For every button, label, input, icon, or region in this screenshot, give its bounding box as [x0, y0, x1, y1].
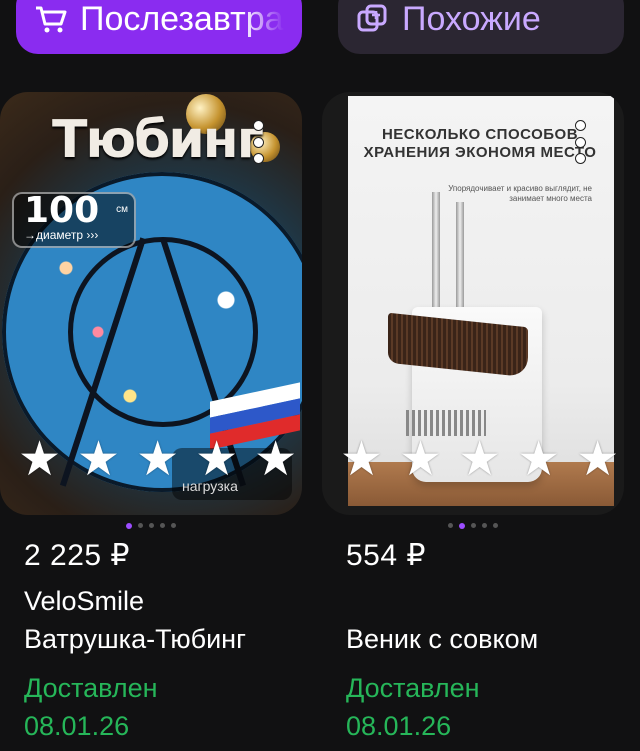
cart-icon [34, 4, 68, 34]
product-name[interactable]: Ватрушка-Тюбинг [24, 620, 246, 658]
star-icon[interactable]: ★ [136, 436, 179, 484]
diameter-label: →диаметр ››› [24, 228, 99, 242]
diameter-badge: 100 см →диаметр ››› [12, 190, 136, 248]
delivery-date: 08.01.26 [346, 711, 452, 741]
star-icon[interactable]: ★ [77, 436, 120, 484]
product-card[interactable]: Тюбинг 100 см →диаметр ››› нагрузка ★ ★ … [0, 92, 302, 741]
star-icon[interactable]: ★ [458, 436, 501, 484]
star-icon[interactable]: ★ [195, 436, 238, 484]
rating-stars[interactable]: ★ ★ ★ ★ ★ [340, 436, 624, 484]
product-card[interactable]: НЕСКОЛЬКО СПОСОБОВ ХРАНЕНИЯ ЭКОНОМЯ МЕСТ… [322, 92, 624, 741]
delivery-status: Доставлен [24, 673, 158, 703]
image-headline: НЕСКОЛЬКО СПОСОБОВ ХРАНЕНИЯ ЭКОНОМЯ МЕСТ… [363, 126, 597, 161]
product-name[interactable]: Веник с совком [346, 620, 538, 658]
product-brand[interactable]: VeloSmile [24, 582, 144, 620]
rating-stars[interactable]: ★ ★ ★ ★ ★ [18, 436, 302, 484]
similar-button[interactable]: Похожие [338, 0, 624, 54]
chip-label: Похожие [402, 0, 541, 38]
more-options-icon[interactable] [574, 120, 586, 164]
star-icon[interactable]: ★ [399, 436, 442, 484]
chip-label: Послезавтра [80, 0, 284, 38]
product-price: 554 ₽ [346, 539, 426, 572]
star-icon[interactable]: ★ [18, 436, 61, 484]
carousel-indicator [322, 522, 624, 529]
carousel-indicator [0, 522, 302, 529]
more-options-icon[interactable] [252, 120, 264, 164]
star-icon[interactable]: ★ [340, 436, 383, 484]
star-icon[interactable]: ★ [517, 436, 560, 484]
similar-icon [356, 4, 390, 34]
star-icon[interactable]: ★ [254, 436, 297, 484]
product-price: 2 225 ₽ [24, 539, 130, 572]
image-subline: Упорядочивает и красиво выглядит, не зан… [448, 184, 592, 203]
deliver-day-after-tomorrow-button[interactable]: Послезавтра [16, 0, 302, 54]
delivery-status: Доставлен [346, 673, 480, 703]
star-icon[interactable]: ★ [576, 436, 619, 484]
product-image[interactable]: Тюбинг 100 см →диаметр ››› нагрузка ★ ★ … [0, 92, 302, 515]
delivery-date: 08.01.26 [24, 711, 130, 741]
image-headline: Тюбинг [52, 110, 264, 170]
diameter-unit: см [116, 204, 128, 215]
diameter-value: 100 [24, 190, 100, 231]
product-image[interactable]: НЕСКОЛЬКО СПОСОБОВ ХРАНЕНИЯ ЭКОНОМЯ МЕСТ… [322, 92, 624, 515]
